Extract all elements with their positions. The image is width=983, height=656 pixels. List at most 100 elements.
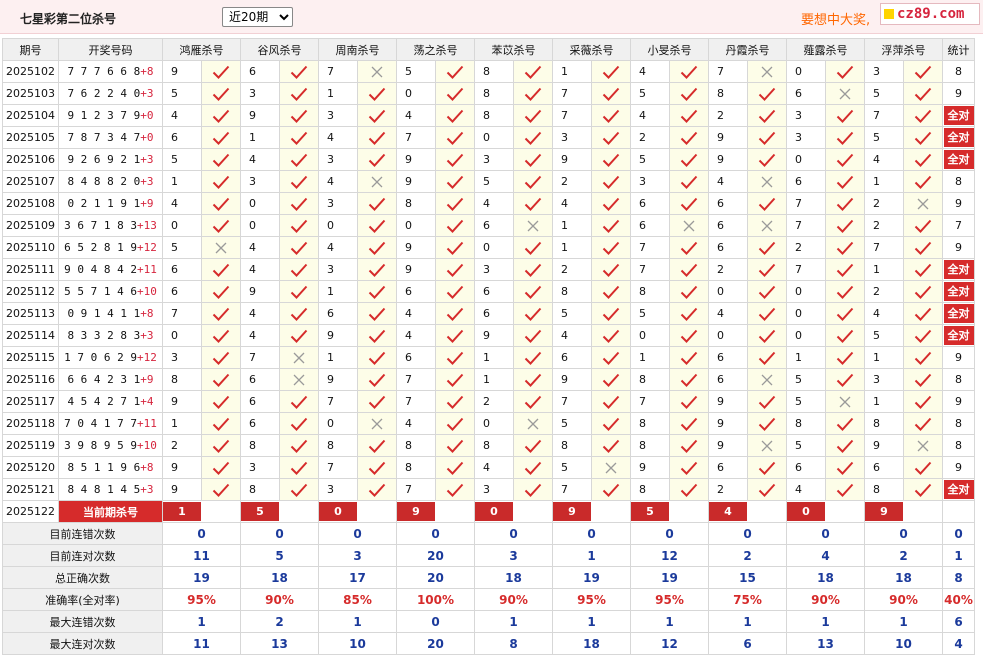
summary-value: 90% — [474, 588, 553, 611]
correct-icon — [513, 60, 553, 83]
draw-special: +10 — [136, 285, 157, 298]
issue-number: 2025106 — [2, 148, 59, 171]
draw-digits: 6 6 4 2 3 1 — [67, 373, 141, 386]
kill-number: 9 — [318, 324, 358, 347]
correct-icon — [513, 170, 553, 193]
correct-icon — [201, 192, 241, 215]
column-header: 荡之杀号 — [396, 38, 475, 61]
kill-number: 1 — [864, 170, 904, 193]
draw-digits: 7 8 7 3 4 7 — [67, 131, 141, 144]
correct-icon — [357, 104, 397, 127]
correct-icon — [513, 104, 553, 127]
summary-value: 0 — [396, 522, 475, 545]
kill-number: 4 — [396, 412, 436, 435]
summary-value: 0 — [630, 522, 709, 545]
correct-icon — [279, 280, 319, 303]
kill-number: 6 — [864, 456, 904, 479]
draw-digits: 3 6 7 1 8 3 — [64, 219, 137, 232]
correct-icon — [201, 82, 241, 105]
correct-icon — [513, 478, 553, 501]
correct-icon — [201, 258, 241, 281]
promo-text[interactable]: 要想中大奖, — [801, 9, 870, 28]
correct-icon — [669, 346, 709, 369]
kill-number: 3 — [864, 60, 904, 83]
period-select[interactable]: 近20期 — [222, 7, 293, 27]
draw-digits: 4 5 4 2 7 1 — [67, 395, 141, 408]
correct-icon — [903, 390, 943, 413]
summary-value: 85% — [318, 588, 397, 611]
summary-value: 13 — [786, 632, 865, 655]
all-correct-badge: 全对 — [943, 106, 974, 125]
correct-icon — [513, 192, 553, 215]
table-row: 2025109 3 6 7 1 8 3+13 0 0 0 0 6 1 6 6 7 2 7 — [2, 214, 975, 237]
summary-value: 1 — [552, 610, 631, 633]
kill-number-table: 期号 开奖号码 鸿雁杀号 谷风杀号 周南杀号 荡之杀号 苯苡杀号 采薇杀号 小旻杀号 丹霞杀号 薤露… — [2, 38, 975, 655]
row-stat: 9 — [942, 192, 975, 215]
kill-number: 1 — [318, 346, 358, 369]
draw-special: +3 — [140, 329, 154, 342]
draw-special: +9 — [140, 373, 154, 386]
draw-numbers: 4 5 4 2 7 1+4 — [58, 390, 163, 413]
correct-icon — [669, 170, 709, 193]
draw-digits: 9 1 2 3 7 9 — [67, 109, 141, 122]
correct-icon — [825, 192, 865, 215]
current-kill-cell: 5 — [630, 500, 709, 523]
issue-number: 2025110 — [2, 236, 59, 259]
current-kill-number: 0 — [787, 502, 825, 521]
correct-icon — [747, 390, 787, 413]
correct-icon — [747, 280, 787, 303]
row-stat: 9 — [942, 456, 975, 479]
kill-number: 0 — [786, 148, 826, 171]
kill-number: 8 — [630, 434, 670, 457]
kill-number: 1 — [630, 346, 670, 369]
correct-icon — [669, 126, 709, 149]
correct-icon — [669, 236, 709, 259]
summary-value: 95% — [162, 588, 241, 611]
kill-number: 3 — [786, 126, 826, 149]
correct-icon — [825, 324, 865, 347]
kill-number: 5 — [864, 82, 904, 105]
kill-number: 9 — [708, 434, 748, 457]
row-stat: 全对 — [942, 324, 975, 347]
kill-number: 0 — [240, 214, 280, 237]
issue-number: 2025120 — [2, 456, 59, 479]
current-kill-cell: 9 — [396, 500, 475, 523]
correct-icon — [513, 258, 553, 281]
correct-icon — [747, 324, 787, 347]
correct-icon — [903, 302, 943, 325]
wrong-icon — [357, 412, 397, 435]
correct-icon — [903, 368, 943, 391]
draw-numbers: 3 9 8 9 5 9+10 — [58, 434, 163, 457]
kill-number: 0 — [474, 236, 514, 259]
site-logo[interactable]: cz89.com — [880, 3, 980, 25]
issue-number: 2025115 — [2, 346, 59, 369]
kill-number: 5 — [162, 148, 202, 171]
table-row: 2025107 8 4 8 8 2 0+3 1 3 4 9 5 2 3 4 6 1 8 — [2, 170, 975, 193]
column-header: 谷风杀号 — [240, 38, 319, 61]
kill-number: 3 — [474, 478, 514, 501]
current-kill-cell: 1 — [162, 500, 241, 523]
kill-number: 1 — [864, 390, 904, 413]
column-header: 苯苡杀号 — [474, 38, 553, 61]
correct-icon — [201, 170, 241, 193]
wrong-icon — [591, 456, 631, 479]
kill-number: 7 — [864, 236, 904, 259]
summary-value: 1 — [474, 610, 553, 633]
correct-icon — [435, 412, 475, 435]
kill-number: 5 — [630, 302, 670, 325]
kill-number: 1 — [474, 368, 514, 391]
correct-icon — [357, 390, 397, 413]
kill-number: 0 — [162, 214, 202, 237]
kill-number: 5 — [474, 170, 514, 193]
kill-number: 6 — [396, 346, 436, 369]
kill-number: 6 — [786, 82, 826, 105]
kill-number: 7 — [318, 60, 358, 83]
correct-icon — [669, 456, 709, 479]
kill-number: 1 — [864, 258, 904, 281]
correct-icon — [435, 148, 475, 171]
kill-number: 7 — [864, 104, 904, 127]
correct-icon — [903, 258, 943, 281]
kill-number: 0 — [396, 214, 436, 237]
kill-number: 4 — [474, 192, 514, 215]
draw-special: +9 — [140, 197, 154, 210]
